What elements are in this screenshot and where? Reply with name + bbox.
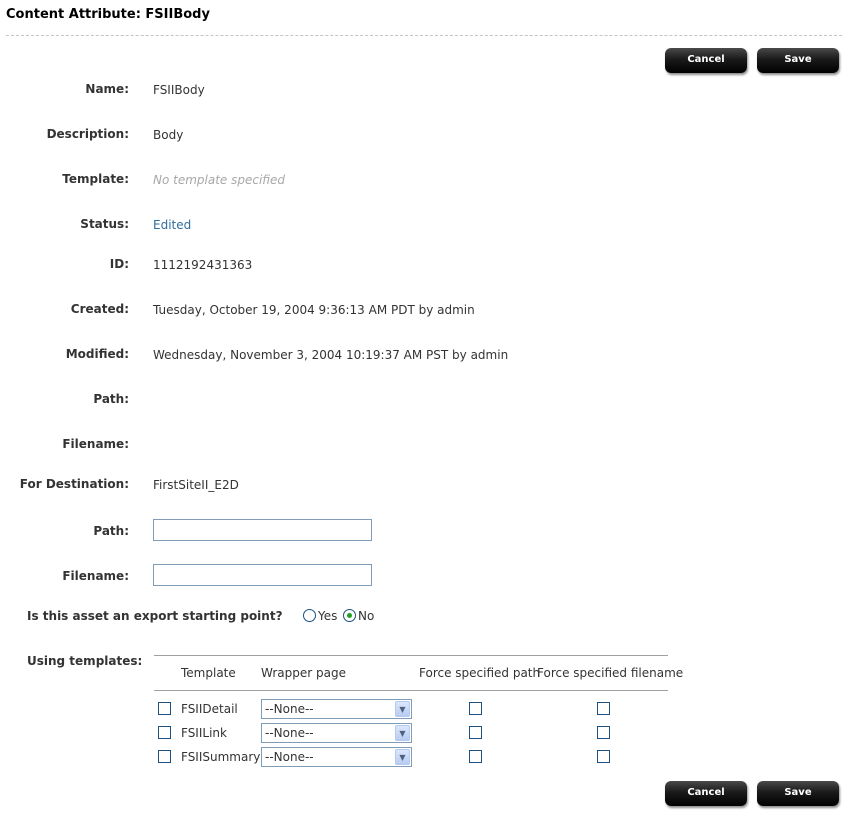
column-header-force-path: Force specified path — [419, 666, 541, 680]
wrapper-page-selected: --None-- — [265, 702, 314, 716]
column-header-wrapper: Wrapper page — [261, 666, 346, 680]
filename-input[interactable] — [153, 564, 372, 586]
table-header-rule — [154, 690, 668, 691]
filename-label: Filename: — [62, 437, 129, 451]
wrapper-page-select[interactable]: --None-- ▼ — [261, 723, 412, 743]
column-header-template: Template — [181, 666, 236, 680]
template-select-checkbox[interactable] — [158, 702, 171, 715]
path-input[interactable] — [153, 519, 372, 541]
export-question-label: Is this asset an export starting point? — [27, 609, 283, 623]
chevron-down-icon[interactable]: ▼ — [395, 749, 410, 765]
title-divider — [6, 35, 842, 36]
export-yes-radio[interactable] — [303, 609, 316, 622]
path-label: Path: — [93, 392, 129, 406]
page-title: Content Attribute: FSIIBody — [6, 7, 210, 22]
template-name: FSIISummary — [181, 750, 261, 764]
template-label: Template: — [62, 172, 129, 186]
export-yes-label[interactable]: Yes — [318, 609, 337, 623]
export-no-radio[interactable] — [343, 609, 356, 622]
template-select-checkbox[interactable] — [158, 750, 171, 763]
wrapper-page-selected: --None-- — [265, 726, 314, 740]
description-label: Description: — [46, 127, 129, 141]
status-link[interactable]: Edited — [153, 218, 191, 232]
chevron-down-icon[interactable]: ▼ — [395, 701, 410, 717]
chevron-down-icon[interactable]: ▼ — [395, 725, 410, 741]
table-top-rule — [154, 655, 668, 656]
save-button[interactable]: Save — [757, 48, 839, 73]
force-path-checkbox[interactable] — [469, 702, 482, 715]
dest-path-label: Path: — [93, 524, 129, 538]
id-label: ID: — [109, 257, 129, 271]
force-filename-checkbox[interactable] — [597, 750, 610, 763]
template-name: FSIILink — [181, 726, 227, 740]
created-value: Tuesday, October 19, 2004 9:36:13 AM PDT… — [153, 303, 475, 317]
wrapper-page-select[interactable]: --None-- ▼ — [261, 747, 412, 767]
using-templates-label: Using templates: — [27, 654, 143, 668]
export-no-label[interactable]: No — [358, 609, 374, 623]
cancel-button[interactable]: Cancel — [665, 781, 747, 806]
description-value: Body — [153, 128, 184, 142]
template-select-checkbox[interactable] — [158, 726, 171, 739]
name-value: FSIIBody — [153, 83, 205, 97]
wrapper-page-select[interactable]: --None-- ▼ — [261, 699, 412, 719]
status-label: Status: — [80, 217, 129, 231]
name-label: Name: — [85, 82, 129, 96]
modified-value: Wednesday, November 3, 2004 10:19:37 AM … — [153, 348, 509, 362]
modified-label: Modified: — [65, 347, 129, 361]
column-header-force-filename: Force specified filename — [537, 666, 684, 680]
destination-value: FirstSiteII_E2D — [153, 478, 239, 492]
force-path-checkbox[interactable] — [469, 726, 482, 739]
template-value: No template specified — [153, 173, 286, 187]
template-name: FSIIDetail — [181, 702, 238, 716]
force-filename-checkbox[interactable] — [597, 726, 610, 739]
created-label: Created: — [70, 302, 129, 316]
destination-label: For Destination: — [19, 477, 129, 491]
force-path-checkbox[interactable] — [469, 750, 482, 763]
id-value: 1112192431363 — [153, 258, 253, 272]
force-filename-checkbox[interactable] — [597, 702, 610, 715]
wrapper-page-selected: --None-- — [265, 750, 314, 764]
dest-filename-label: Filename: — [62, 569, 129, 583]
save-button[interactable]: Save — [757, 781, 839, 806]
cancel-button[interactable]: Cancel — [665, 48, 747, 73]
